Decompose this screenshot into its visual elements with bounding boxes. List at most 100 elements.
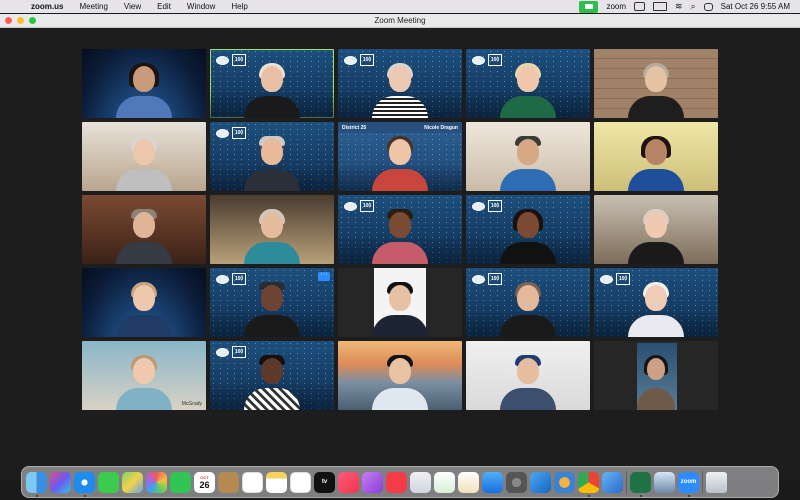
facetime-icon[interactable] <box>170 471 191 493</box>
participant-video <box>244 131 300 191</box>
maps-icon[interactable] <box>122 471 143 493</box>
participant-tile[interactable] <box>594 49 718 118</box>
toastmasters-logo: 100 <box>472 200 502 212</box>
photos-icon[interactable] <box>146 471 167 493</box>
participant-tile[interactable] <box>466 122 590 191</box>
menu-view[interactable]: View <box>124 2 141 11</box>
participant-tile[interactable] <box>82 195 206 264</box>
participant-video <box>244 204 300 264</box>
participant-tile[interactable]: 100 <box>594 268 718 337</box>
globe-icon <box>216 274 229 284</box>
screen-sharing-icon[interactable] <box>554 471 575 493</box>
toastmasters-logo: 100 <box>216 54 246 66</box>
toastmasters-logo: 100 <box>344 200 374 212</box>
notes-icon[interactable] <box>266 471 287 493</box>
wifi-icon[interactable]: ≋ <box>675 1 683 12</box>
menu-edit[interactable]: Edit <box>157 2 171 11</box>
calendar-icon[interactable]: OCT 26 <box>194 471 215 493</box>
window-icon[interactable] <box>634 2 646 11</box>
participant-tile[interactable]: District 25 Nicole Dragun <box>338 122 462 191</box>
pages-icon[interactable] <box>458 471 479 493</box>
news-icon[interactable] <box>386 471 407 493</box>
menu-window[interactable]: Window <box>187 2 215 11</box>
participant-tile[interactable]: 100 <box>210 341 334 410</box>
participant-tile[interactable] <box>338 268 462 337</box>
participant-tile[interactable]: 100 <box>210 122 334 191</box>
network-app-icon[interactable] <box>530 471 551 493</box>
music-icon[interactable] <box>338 471 359 493</box>
participant-video <box>500 350 556 410</box>
participant-tile[interactable]: 100 <box>338 49 462 118</box>
zoom-camera-status-icon[interactable] <box>579 0 599 13</box>
finder-icon[interactable] <box>26 471 47 497</box>
participant-tile[interactable]: 100 <box>338 195 462 264</box>
zoom-dock-label: zoom <box>680 479 697 485</box>
globe-icon <box>216 55 229 65</box>
globe-icon <box>216 128 229 138</box>
excel-icon[interactable] <box>630 471 651 497</box>
participant-tile[interactable]: 100 <box>466 268 590 337</box>
reminders-icon[interactable] <box>242 471 263 493</box>
participant-video <box>500 131 556 191</box>
migration-icon[interactable] <box>602 471 623 493</box>
participant-tile[interactable] <box>338 341 462 410</box>
participant-video <box>637 350 675 410</box>
window-title: Zoom Meeting <box>374 16 426 25</box>
participant-tile[interactable] <box>82 122 206 191</box>
battery-icon[interactable] <box>653 2 668 11</box>
participant-tile[interactable] <box>594 195 718 264</box>
dock-separator <box>626 471 627 493</box>
participant-video <box>500 204 556 264</box>
trash-icon[interactable] <box>706 471 727 493</box>
launchpad-icon[interactable] <box>50 471 71 493</box>
globe-icon <box>344 55 357 65</box>
system-settings-icon[interactable] <box>506 471 527 493</box>
app-store-icon[interactable] <box>482 471 503 493</box>
search-icon[interactable]: ⌕ <box>691 1 696 12</box>
menu-clock[interactable]: Sat Oct 26 9:55 AM <box>721 2 790 11</box>
participant-tile[interactable]: 100 <box>466 195 590 264</box>
participant-video <box>372 350 428 410</box>
participant-video <box>244 58 300 118</box>
participant-tile[interactable] <box>210 195 334 264</box>
participant-video <box>372 204 428 264</box>
participant-tile[interactable] <box>594 122 718 191</box>
menu-meeting[interactable]: Meeting <box>79 2 107 11</box>
participant-tile[interactable]: 100 <box>466 49 590 118</box>
globe-icon <box>472 201 485 211</box>
participant-video <box>116 277 172 337</box>
menu-app-name[interactable]: zoom.us <box>31 2 63 11</box>
apple-tv-icon[interactable]: tv <box>314 471 335 493</box>
toastmasters-logo: 100 <box>216 273 246 285</box>
participant-video <box>116 350 172 410</box>
toastmasters-logo: 100 <box>344 54 374 66</box>
keynote-icon[interactable] <box>410 471 431 493</box>
participant-tile[interactable]: McGrady <box>82 341 206 410</box>
participant-tile[interactable] <box>466 341 590 410</box>
podcasts-icon[interactable] <box>362 471 383 493</box>
preview-window-icon[interactable] <box>654 471 675 493</box>
tile-more-options-button[interactable]: ··· <box>318 271 330 281</box>
zoom-icon[interactable]: zoom <box>678 471 699 497</box>
participant-tile[interactable] <box>82 268 206 337</box>
freeform-icon[interactable] <box>290 471 311 493</box>
participant-tile[interactable] <box>594 341 718 410</box>
contacts-icon[interactable] <box>218 471 239 493</box>
participant-tile[interactable]: 100 ··· <box>210 268 334 337</box>
messages-icon[interactable] <box>98 471 119 493</box>
chrome-icon[interactable] <box>578 471 599 497</box>
toastmasters-logo: 100 <box>472 54 502 66</box>
banner-participant-name: Nicole Dragun <box>424 124 458 131</box>
dock-separator <box>702 471 703 493</box>
safari-icon[interactable] <box>74 471 95 497</box>
participant-tile[interactable] <box>82 49 206 118</box>
zoom-meeting-window: Zoom Meeting 100 100 100 100 District 25… <box>0 14 800 480</box>
control-center-icon[interactable] <box>703 2 713 11</box>
participant-video <box>116 204 172 264</box>
zoom-status-label[interactable]: zoom <box>606 2 626 11</box>
globe-icon <box>344 201 357 211</box>
window-titlebar[interactable]: Zoom Meeting <box>0 14 800 28</box>
participant-tile-active-speaker[interactable]: 100 <box>210 49 334 118</box>
menu-help[interactable]: Help <box>231 2 247 11</box>
numbers-icon[interactable] <box>434 471 455 493</box>
